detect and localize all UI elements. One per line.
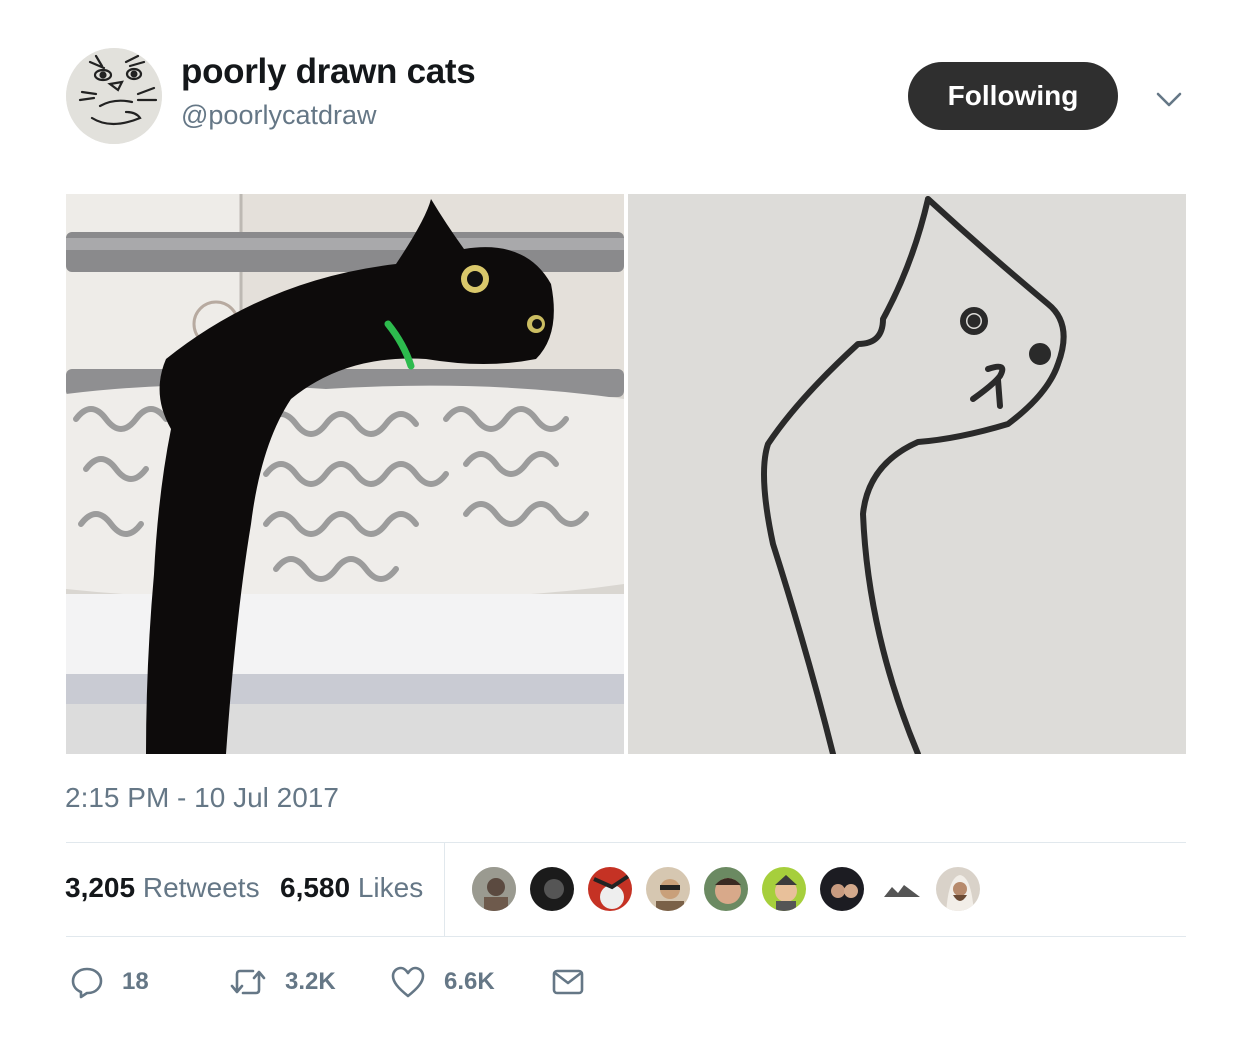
liker-avatar[interactable]: [876, 865, 924, 913]
heart-icon: [391, 966, 425, 998]
drawing-long-neck-cat[interactable]: [628, 194, 1186, 754]
like-button[interactable]: 6.6K: [390, 962, 495, 1002]
author-display-name[interactable]: poorly drawn cats: [181, 52, 476, 92]
retweets-stat[interactable]: 3,205 Retweets: [65, 872, 260, 904]
retweet-count: 3.2K: [285, 968, 336, 995]
author-handle[interactable]: @poorlycatdraw: [181, 100, 377, 131]
liker-avatar[interactable]: [702, 865, 750, 913]
liker-avatar[interactable]: [470, 865, 518, 913]
cat-drawing-avatar-icon: [66, 48, 162, 144]
retweets-label: Retweets: [142, 872, 260, 903]
stats-divider: [444, 843, 445, 937]
divider: [66, 842, 1186, 843]
likes-count: 6,580: [280, 872, 351, 903]
tweet-timestamp[interactable]: 2:15 PM - 10 Jul 2017: [65, 782, 339, 814]
liker-avatar[interactable]: [934, 865, 982, 913]
retweet-button[interactable]: 3.2K: [229, 962, 336, 1002]
liker-avatar[interactable]: [818, 865, 866, 913]
divider: [66, 936, 1186, 937]
likes-label: Likes: [357, 872, 424, 903]
reply-count: 18: [122, 968, 149, 995]
direct-message-button[interactable]: [551, 962, 585, 1002]
envelope-icon: [552, 969, 584, 995]
retweets-count: 3,205: [65, 872, 136, 903]
avatar[interactable]: [66, 48, 162, 144]
liker-avatar[interactable]: [760, 865, 808, 913]
likes-stat[interactable]: 6,580 Likes: [280, 872, 423, 904]
retweet-icon: [230, 969, 266, 995]
photo-black-cat-on-bed[interactable]: [66, 194, 624, 754]
liker-avatar[interactable]: [528, 865, 576, 913]
liker-avatar[interactable]: [644, 865, 692, 913]
liker-avatar[interactable]: [586, 865, 634, 913]
chevron-down-icon[interactable]: [1154, 84, 1184, 114]
reply-button[interactable]: 18: [70, 962, 149, 1002]
like-count: 6.6K: [444, 968, 495, 995]
following-button[interactable]: Following: [908, 62, 1118, 130]
reply-icon: [71, 967, 103, 999]
